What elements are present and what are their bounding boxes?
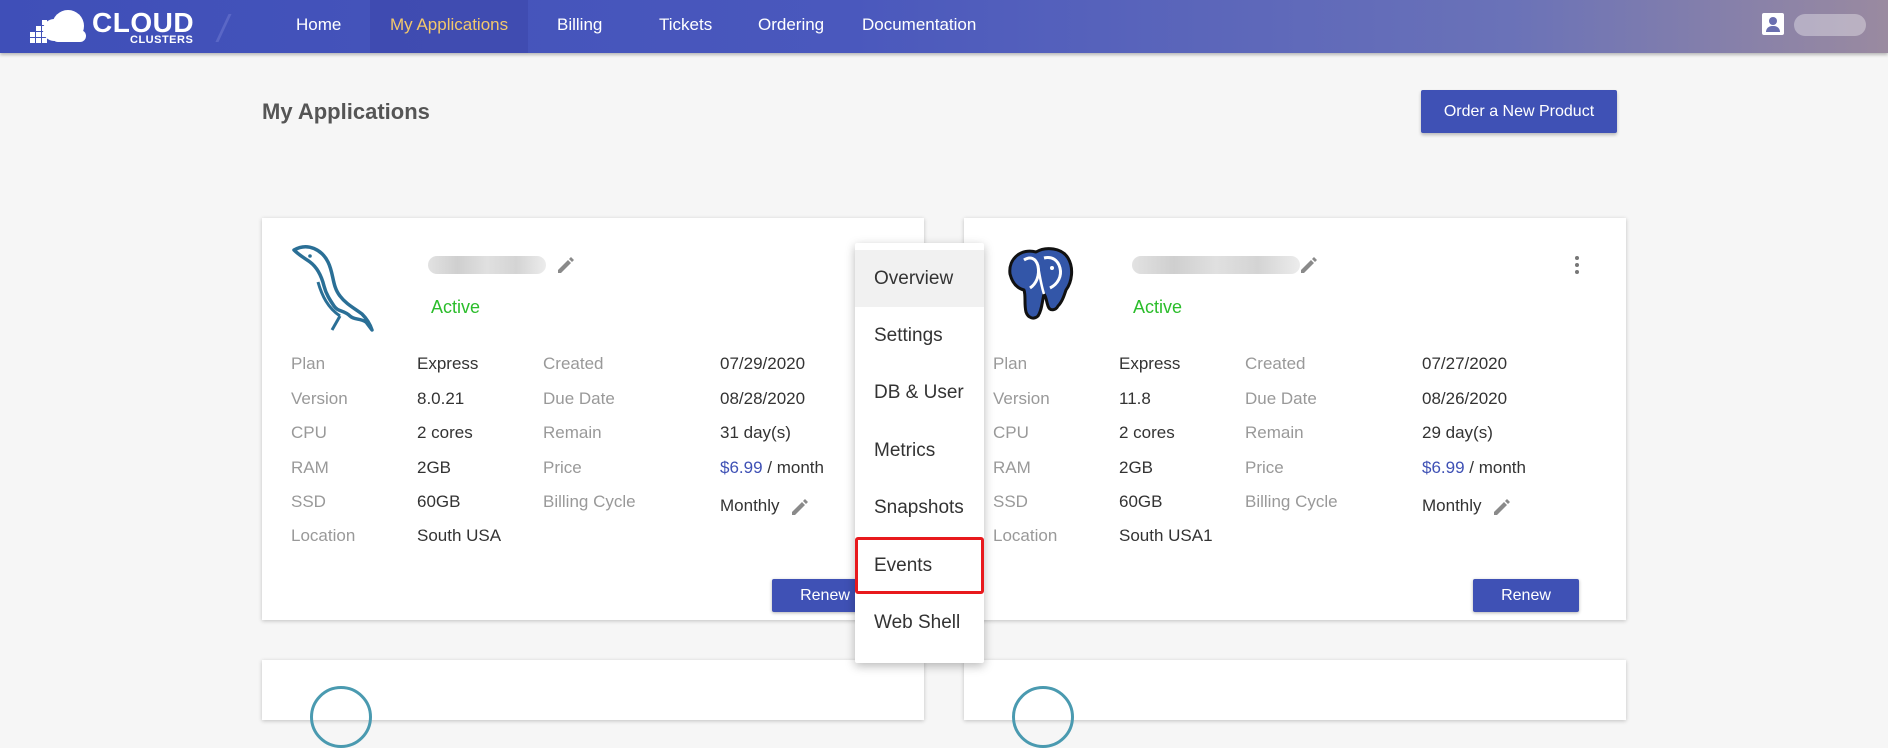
label-plan: Plan xyxy=(291,354,326,373)
value-plan: Express xyxy=(417,354,479,373)
app-card-partial xyxy=(964,660,1626,748)
price-period: / month xyxy=(767,458,824,477)
value-plan: Express xyxy=(1119,354,1181,373)
status-active: Active xyxy=(431,297,481,317)
username-blurred[interactable] xyxy=(1794,14,1866,36)
mysql-dolphin-icon xyxy=(292,245,374,332)
logo-divider xyxy=(215,14,232,42)
label-ssd: SSD xyxy=(291,492,326,511)
account-icon[interactable] xyxy=(1762,13,1784,35)
nav-ordering[interactable]: Ordering xyxy=(738,0,844,53)
db-logo-icon xyxy=(310,686,372,748)
menu-item-events[interactable]: Events xyxy=(855,537,984,594)
logo-text-clusters: CLUSTERS xyxy=(130,34,194,46)
label-cpu: CPU xyxy=(993,423,1029,442)
value-ram: 2GB xyxy=(417,458,452,477)
label-location: Location xyxy=(993,526,1058,545)
edit-billing-cycle-pencil-icon[interactable] xyxy=(1492,497,1512,517)
status-active: Active xyxy=(1133,297,1183,317)
label-version: Version xyxy=(993,389,1050,408)
label-price: Price xyxy=(543,458,582,477)
cloud-logo-icon xyxy=(30,10,86,43)
app-actions-menu: Overview Settings DB & User Metrics Snap… xyxy=(855,243,984,663)
app-card-mysql: Active Plan Express Created 07/29/2020 V… xyxy=(262,218,924,620)
nav-my-applications[interactable]: My Applications xyxy=(370,0,529,53)
top-navbar: CLOUD CLUSTERS Home My Applications Bill… xyxy=(0,0,1888,53)
menu-item-settings[interactable]: Settings xyxy=(855,307,984,364)
postgresql-elephant-icon xyxy=(1008,247,1074,320)
value-due-date: 08/28/2020 xyxy=(720,389,806,408)
value-price: $6.99 / month xyxy=(1422,458,1526,478)
menu-item-overview[interactable]: Overview xyxy=(855,250,984,307)
value-created: 07/27/2020 xyxy=(1422,354,1508,373)
nav-tickets[interactable]: Tickets xyxy=(639,0,732,53)
more-options-kebab-icon[interactable] xyxy=(1574,256,1580,276)
menu-item-db-user[interactable]: DB & User xyxy=(855,364,984,421)
label-price: Price xyxy=(1245,458,1284,477)
label-plan: Plan xyxy=(993,354,1028,373)
value-cpu: 2 cores xyxy=(417,423,473,442)
label-cpu: CPU xyxy=(291,423,327,442)
app-name-blurred xyxy=(1132,256,1300,274)
menu-item-web-shell[interactable]: Web Shell xyxy=(855,594,984,651)
price-amount: $6.99 xyxy=(720,458,763,477)
label-remain: Remain xyxy=(543,423,602,442)
app-card-postgresql: Active Plan Express Created 07/27/2020 V… xyxy=(964,218,1626,620)
value-ssd: 60GB xyxy=(417,492,461,511)
price-amount: $6.99 xyxy=(1422,458,1465,477)
nav-home[interactable]: Home xyxy=(276,0,361,53)
value-cpu: 2 cores xyxy=(1119,423,1175,442)
label-created: Created xyxy=(543,354,604,373)
value-due-date: 08/26/2020 xyxy=(1422,389,1508,408)
value-version: 8.0.21 xyxy=(417,389,465,408)
nav-billing[interactable]: Billing xyxy=(537,0,622,53)
label-ram: RAM xyxy=(993,458,1031,477)
value-location: South USA1 xyxy=(1119,526,1213,545)
cloudclusters-logo[interactable]: CLOUD CLUSTERS xyxy=(26,4,196,48)
menu-item-snapshots[interactable]: Snapshots xyxy=(855,479,984,536)
nav-documentation[interactable]: Documentation xyxy=(842,0,996,53)
app-card-partial xyxy=(262,660,924,748)
db-logo-icon xyxy=(1012,686,1074,748)
label-remain: Remain xyxy=(1245,423,1304,442)
order-new-product-button[interactable]: Order a New Product xyxy=(1421,90,1617,133)
label-ram: RAM xyxy=(291,458,329,477)
value-version: 11.8 xyxy=(1119,389,1151,408)
label-location: Location xyxy=(291,526,356,545)
label-billing-cycle: Billing Cycle xyxy=(1245,492,1338,511)
page-title: My Applications xyxy=(262,99,430,124)
label-ssd: SSD xyxy=(993,492,1028,511)
menu-item-metrics[interactable]: Metrics xyxy=(855,422,984,479)
label-due-date: Due Date xyxy=(543,389,615,408)
value-remain: 29 day(s) xyxy=(1422,423,1493,442)
label-created: Created xyxy=(1245,354,1306,373)
label-due-date: Due Date xyxy=(1245,389,1317,408)
value-ssd: 60GB xyxy=(1119,492,1163,511)
value-billing-cycle: Monthly xyxy=(720,496,780,515)
app-name-blurred xyxy=(428,256,546,274)
value-remain: 31 day(s) xyxy=(720,423,791,442)
edit-name-pencil-icon[interactable] xyxy=(556,255,576,275)
edit-billing-cycle-pencil-icon[interactable] xyxy=(790,497,810,517)
value-ram: 2GB xyxy=(1119,458,1154,477)
label-billing-cycle: Billing Cycle xyxy=(543,492,636,511)
price-period: / month xyxy=(1469,458,1526,477)
value-location: South USA xyxy=(417,526,502,545)
label-version: Version xyxy=(291,389,348,408)
value-billing-cycle: Monthly xyxy=(1422,496,1482,515)
edit-name-pencil-icon[interactable] xyxy=(1299,255,1319,275)
value-created: 07/29/2020 xyxy=(720,354,806,373)
renew-button[interactable]: Renew xyxy=(1473,579,1579,612)
value-price: $6.99 / month xyxy=(720,458,824,478)
